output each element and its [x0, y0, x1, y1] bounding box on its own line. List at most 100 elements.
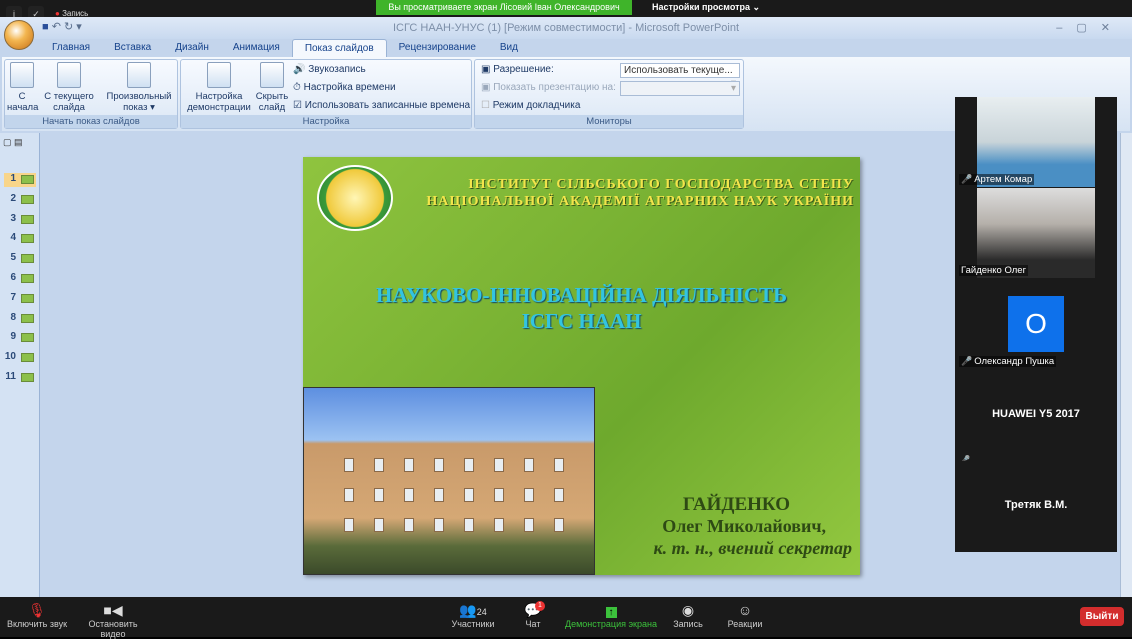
slide-thumbnail[interactable]: 10: [4, 351, 36, 365]
participants-button[interactable]: 👥24 Участники: [450, 601, 496, 629]
window-title: ІСГС НААН-УНУС (1) [Режим совместимости]…: [0, 17, 1132, 39]
slide-header-line1: ІНСТИТУТ СІЛЬСЬКОГО ГОСПОДАРСТВА СТЕПУ: [468, 177, 854, 192]
resolution-value: Использовать текуще...: [624, 65, 733, 76]
slide-thumbnail[interactable]: 1: [4, 173, 36, 187]
stop-video-label: Остановить видео: [88, 619, 138, 639]
tab-review[interactable]: Рецензирование: [387, 39, 488, 57]
emoji-icon: ☺: [737, 602, 753, 618]
hide-slide-button[interactable]: Скрыть слайд: [255, 62, 289, 113]
participant-tile[interactable]: О 🎤 Олександр Пушка: [955, 279, 1117, 369]
sharing-banner: Вы просматриваете экран Лісовий Іван Оле…: [376, 0, 632, 15]
window-decoration: [404, 518, 414, 532]
stop-video-button[interactable]: ■◀ Остановить видео: [76, 601, 150, 639]
slide-canvas: ІНСТИТУТ СІЛЬСЬКОГО ГОСПОДАРСТВА СТЕПУ Н…: [303, 157, 860, 575]
show-on-text: Показать презентацию на:: [493, 82, 616, 93]
resolution-label: ▣ Разрешение:: [481, 64, 554, 75]
record-button[interactable]: ◉ Запись: [672, 601, 704, 629]
slide-thumbnail[interactable]: 7: [4, 292, 36, 306]
share-screen-button[interactable]: ↑ Демонстрация экрана: [565, 601, 657, 629]
from-start-button[interactable]: С начала: [7, 62, 38, 113]
window-decoration: [464, 458, 474, 472]
save-icon[interactable]: ■: [42, 21, 49, 33]
slide-number: 11: [5, 371, 16, 382]
tab-insert[interactable]: Вставка: [102, 39, 163, 57]
setup-show-label: Настройка демонстрации: [187, 91, 251, 113]
slide-thumbnail[interactable]: 6: [4, 272, 36, 286]
window-decoration: [404, 488, 414, 502]
slide-number: 3: [10, 212, 16, 224]
tab-home[interactable]: Главная: [40, 39, 102, 57]
tab-design[interactable]: Дизайн: [163, 39, 221, 57]
participant-name: HUAWEI Y5 2017: [992, 408, 1080, 420]
slide-preview: [21, 214, 34, 224]
slide-thumbnail[interactable]: 8: [4, 312, 36, 326]
slide-preview: [21, 313, 34, 323]
hide-slide-icon: [260, 62, 284, 88]
vertical-scrollbar[interactable]: [1120, 133, 1132, 597]
participants-icon: 👥24: [459, 602, 487, 618]
slide-number: 2: [10, 192, 16, 204]
office-button[interactable]: [4, 20, 34, 50]
slide-thumbnail[interactable]: 9: [4, 331, 36, 345]
slide-thumbnail[interactable]: 3: [4, 213, 36, 227]
setup-show-button[interactable]: Настройка демонстрации: [183, 62, 255, 113]
share-label: Демонстрация экрана: [565, 619, 657, 629]
presenter-surname: ГАЙДЕНКО: [682, 494, 790, 515]
participant-tile[interactable]: 🎤 Артем Комар: [955, 97, 1117, 187]
participant-tile[interactable]: HUAWEI Y5 2017 🎤: [955, 370, 1117, 465]
setup-icon: [207, 62, 231, 88]
participant-name-text: Артем Комар: [974, 174, 1033, 185]
rehearse-label: Настройка времени: [303, 82, 396, 93]
slide-thumbnail[interactable]: 11: [4, 371, 36, 385]
participant-name: Гайденко Олег: [959, 265, 1029, 276]
window-decoration: [344, 488, 354, 502]
tab-view[interactable]: Вид: [488, 39, 530, 57]
window-decoration: [374, 518, 384, 532]
view-options-button[interactable]: Настройки просмотра ⌄: [652, 2, 760, 13]
window-decoration: [524, 518, 534, 532]
redo-icon[interactable]: ↻: [64, 21, 73, 33]
window-decoration: [344, 458, 354, 472]
participant-tile[interactable]: Гайденко Олег: [955, 188, 1117, 278]
slide-thumbnail[interactable]: 4: [4, 232, 36, 246]
participant-name: 🎤 Артем Комар: [959, 174, 1035, 185]
resolution-select[interactable]: Использовать текуще...▾: [620, 63, 740, 89]
quick-access-toolbar[interactable]: ■ ↶ ↻ ▾: [42, 20, 82, 33]
slide-preview: [21, 293, 34, 303]
slide-preview: [21, 274, 34, 283]
slide-thumbnail[interactable]: 5: [4, 252, 36, 266]
chat-button[interactable]: 💬 1 Чат: [520, 601, 546, 629]
slide-thumbnail-panel: ▢ ▤ 1 2 3 4 5 6 7 8 9 10 11: [0, 133, 40, 597]
record-label: Запись: [673, 619, 703, 629]
tab-slideshow[interactable]: Показ слайдов: [291, 39, 387, 57]
window-decoration: [494, 458, 504, 472]
slide-header-line2: НАЦІОНАЛЬНОЇ АКАДЕМІЇ АГРАРНИХ НАУК УКРА…: [426, 194, 854, 209]
presenter-view-checkbox[interactable]: ☐ Режим докладчика: [481, 100, 580, 111]
slide-thumbnail[interactable]: 2: [4, 193, 36, 207]
slide-preview: [21, 353, 34, 363]
custom-show-label: Произвольный показ ▾: [106, 91, 172, 113]
custom-show-button[interactable]: Произвольный показ ▾: [103, 62, 175, 113]
muted-icon: 🎤: [961, 174, 973, 184]
record-narration-button[interactable]: 🔊 Звукозапись: [293, 64, 366, 75]
participant-tile[interactable]: Третяк В.М.: [955, 461, 1117, 551]
window-controls[interactable]: –▢✕: [1056, 21, 1124, 34]
clock-icon: ⏱: [293, 82, 301, 93]
reactions-button[interactable]: ☺ Реакции: [726, 601, 764, 629]
window-decoration: [464, 488, 474, 502]
participant-name-text: Олександр Пушка: [974, 356, 1055, 367]
tab-animation[interactable]: Анимация: [221, 39, 292, 57]
panel-tabs[interactable]: ▢ ▤: [3, 137, 23, 148]
show-on-select[interactable]: ▾: [620, 81, 740, 96]
presenter-label: Режим докладчика: [492, 100, 581, 111]
unmute-button[interactable]: 🎙 Включить звук: [6, 601, 68, 629]
undo-icon[interactable]: ↶: [52, 21, 61, 33]
window-decoration: [344, 518, 354, 532]
slide-number: 5: [10, 252, 16, 264]
ribbon-tabs: Главная Вставка Дизайн Анимация Показ сл…: [40, 39, 530, 57]
window-decoration: [554, 458, 564, 472]
leave-button[interactable]: Выйти: [1080, 607, 1124, 626]
from-current-button[interactable]: С текущего слайда: [41, 62, 97, 113]
rehearse-timings-button[interactable]: ⏱ Настройка времени: [293, 82, 396, 93]
use-timings-checkbox[interactable]: ☑ Использовать записанные времена: [293, 100, 470, 111]
